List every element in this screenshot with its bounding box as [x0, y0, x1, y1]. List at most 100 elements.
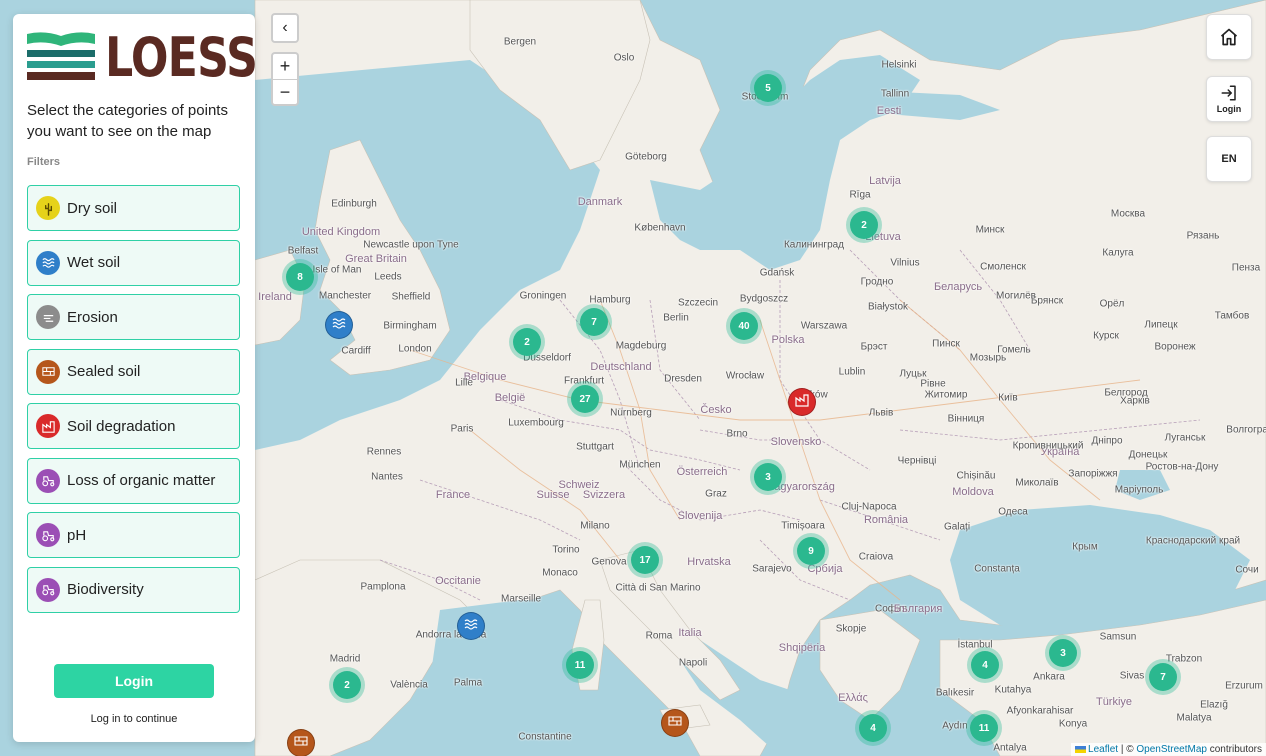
map-place-label: Eesti [876, 105, 902, 117]
filter-ph[interactable]: pH [27, 512, 240, 558]
loess-book-icon [27, 32, 95, 80]
sealed-soil-marker[interactable] [287, 729, 315, 756]
map-place-label: Калининград [783, 239, 845, 251]
cluster-marker[interactable]: 9 [793, 533, 829, 569]
map-place-label: België [494, 392, 526, 404]
map-place-label: Пинск [932, 338, 960, 350]
map-place-label: Elazığ [1200, 699, 1228, 711]
map-place-label: Konya [1058, 718, 1088, 730]
cluster-marker[interactable]: 2 [509, 324, 545, 360]
sidebar: LOESS Select the categories of points yo… [13, 14, 258, 742]
map-place-label: Ireland [258, 291, 292, 303]
leaflet-link[interactable]: Leaflet [1088, 744, 1118, 755]
cluster-count: 4 [859, 714, 887, 742]
map-place-label: Рівне [920, 378, 946, 390]
map-place-label: Isle of Man [312, 264, 362, 276]
map-place-label: Rīga [849, 189, 871, 201]
map-place-label: Dresden [664, 373, 702, 385]
map-place-label: Aydın [942, 720, 968, 732]
osm-link[interactable]: OpenStreetMap [1136, 744, 1207, 755]
logo-text: LOESS [105, 26, 258, 89]
wet-soil-marker[interactable] [457, 612, 485, 640]
cluster-count: 2 [513, 328, 541, 356]
map-login-button[interactable]: Login [1206, 76, 1252, 122]
map-place-label: Рязань [1186, 230, 1220, 242]
map-place-label: Минск [975, 224, 1005, 236]
filter-erosion[interactable]: Erosion [27, 294, 240, 340]
cluster-marker[interactable]: 4 [855, 710, 891, 746]
tractor-icon [36, 523, 60, 547]
map-place-label: Shqipëria [778, 642, 826, 654]
wet-soil-marker[interactable] [325, 311, 353, 339]
cluster-marker[interactable]: 3 [1045, 635, 1081, 671]
filter-dry-soil[interactable]: Dry soil [27, 185, 240, 231]
filter-wet-soil[interactable]: Wet soil [27, 239, 240, 286]
cluster-marker[interactable]: 11 [562, 647, 598, 683]
cluster-marker[interactable]: 4 [967, 647, 1003, 683]
tractor-icon [36, 577, 60, 602]
cluster-marker[interactable]: 11 [966, 710, 1002, 746]
waves-icon [463, 616, 479, 637]
cluster-count: 7 [1149, 663, 1177, 691]
waves-icon [36, 250, 60, 275]
map-place-label: Constanța [974, 563, 1020, 575]
language-button[interactable]: EN [1206, 136, 1252, 182]
cluster-marker[interactable]: 2 [329, 667, 365, 703]
map-place-label: Lille [455, 377, 473, 389]
map-place-label: Latvija [869, 175, 901, 187]
map-place-label: Bergen [503, 36, 537, 48]
factory-icon [36, 414, 60, 438]
cluster-count: 11 [970, 714, 998, 742]
cluster-marker[interactable]: 3 [750, 459, 786, 495]
bricks-icon [36, 359, 60, 384]
erosion-icon [36, 305, 60, 329]
cluster-count: 40 [730, 312, 758, 340]
filter-loss-of-organic-matter[interactable]: Loss of organic matter [27, 457, 240, 504]
map-place-label: Львів [868, 407, 894, 419]
cluster-marker[interactable]: 40 [726, 308, 762, 344]
tractor-icon [36, 468, 60, 493]
map-place-label: Cluj-Napoca [841, 501, 897, 513]
cluster-marker[interactable]: 17 [627, 542, 663, 578]
map-place-label: Afyonkarahisar [1006, 705, 1074, 717]
degradation-soil-marker[interactable] [788, 388, 816, 416]
map-place-label: Antalya [993, 742, 1027, 754]
map-place-label: Roma [645, 630, 673, 642]
map-place-label: Danmark [577, 196, 623, 208]
cluster-marker[interactable]: 7 [1145, 659, 1181, 695]
sealed-soil-marker[interactable] [661, 709, 689, 737]
map-place-label: Warszawa [800, 320, 848, 332]
map-place-label: Lublin [838, 366, 866, 378]
cluster-marker[interactable]: 7 [576, 304, 612, 340]
map-place-label: Курск [1093, 330, 1119, 342]
map-place-label: Мозырь [969, 352, 1007, 364]
map-place-label: Brno [726, 428, 748, 440]
filter-label: Loss of organic matter [67, 472, 216, 489]
loess-logo: LOESS [27, 28, 291, 88]
map-attribution: Leaflet | © OpenStreetMap contributors [1071, 743, 1266, 756]
map-place-label: Вінниця [947, 413, 985, 425]
map-place-label: Kutahya [994, 684, 1032, 696]
map-place-label: Moldova [952, 486, 994, 498]
map-place-label: London [398, 343, 432, 355]
login-hint: Log in to continue [90, 713, 178, 725]
filter-soil-degradation[interactable]: Soil degradation [27, 403, 240, 449]
map-place-label: Pamplona [360, 581, 406, 593]
login-button[interactable]: Login [54, 664, 214, 698]
filter-sealed-soil[interactable]: Sealed soil [27, 348, 240, 395]
map-place-label: Groningen [519, 290, 567, 302]
map-place-label: Türkiye [1095, 696, 1133, 708]
filter-biodiversity[interactable]: Biodiversity [27, 566, 240, 613]
home-button[interactable] [1206, 14, 1252, 60]
map-place-label: Luxembourg [508, 417, 564, 429]
map-place-label: Bydgoszcz [739, 293, 789, 305]
map-place-label: Тамбов [1214, 310, 1250, 322]
map-place-label: Воронеж [1154, 341, 1196, 353]
cluster-marker[interactable]: 27 [567, 381, 603, 417]
cluster-marker[interactable]: 5 [750, 70, 786, 106]
filter-label: pH [67, 526, 87, 544]
map-place-label: Stuttgart [576, 441, 614, 453]
cluster-marker[interactable]: 2 [846, 207, 882, 243]
cluster-marker[interactable]: 8 [282, 259, 318, 295]
map-place-label: Луганськ [1164, 432, 1206, 444]
